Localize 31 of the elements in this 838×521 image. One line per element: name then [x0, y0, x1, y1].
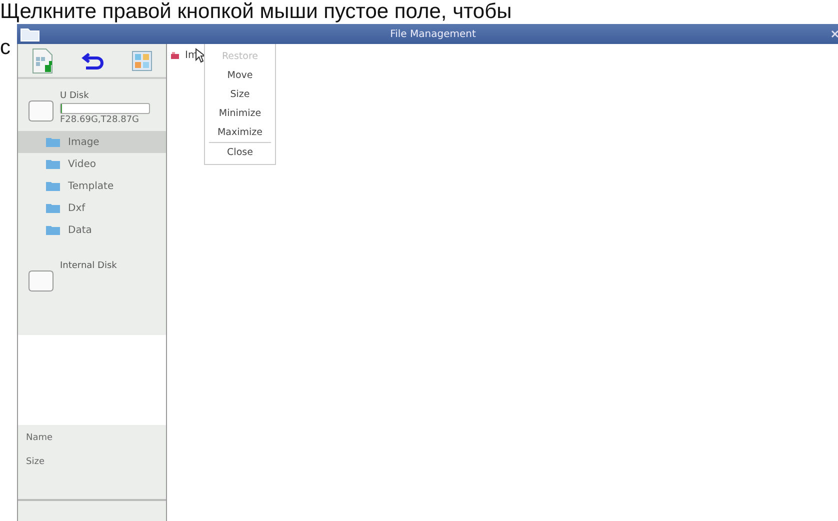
detail-label: Name	[26, 433, 54, 443]
detail-label: Size	[26, 457, 46, 467]
menu-item[interactable]: Minimize	[205, 104, 275, 123]
menu-item[interactable]: Maximize	[205, 123, 275, 142]
menu-item[interactable]: Size	[205, 85, 275, 104]
grid-view-icon[interactable]	[132, 50, 152, 70]
menu-item[interactable]: Move	[205, 66, 275, 85]
undo-arrow-icon[interactable]	[80, 52, 105, 70]
caption-text: с	[0, 36, 10, 60]
caption-text: Щелкните правой кнопкой мыши пустое поле, чтобы	[0, 0, 513, 24]
drive-icon[interactable]	[28, 269, 54, 293]
folder-icon	[46, 137, 60, 147]
folder-item[interactable]: Image	[18, 131, 166, 153]
disk-space: F28.69G,T28.87G	[60, 115, 140, 125]
folder-item[interactable]: Template	[18, 175, 166, 197]
new-file-icon[interactable]	[32, 48, 54, 74]
image-file-icon	[171, 52, 179, 59]
folder-icon	[46, 159, 60, 169]
disk-name[interactable]: Internal Disk	[60, 261, 117, 271]
menu-item[interactable]: Close	[209, 142, 271, 162]
folder-item[interactable]: Data	[18, 219, 166, 241]
window-title: File Management	[389, 28, 477, 40]
close-icon[interactable]	[830, 29, 838, 39]
folder-item[interactable]: Video	[18, 153, 166, 175]
folder-icon	[46, 181, 60, 191]
disk-name[interactable]: U Disk	[60, 91, 150, 101]
folder-icon	[20, 26, 40, 42]
drive-icon[interactable]	[28, 99, 54, 123]
folder-icon	[46, 225, 60, 235]
folder-item[interactable]: Dxf	[18, 197, 166, 219]
folder-icon	[46, 203, 60, 213]
